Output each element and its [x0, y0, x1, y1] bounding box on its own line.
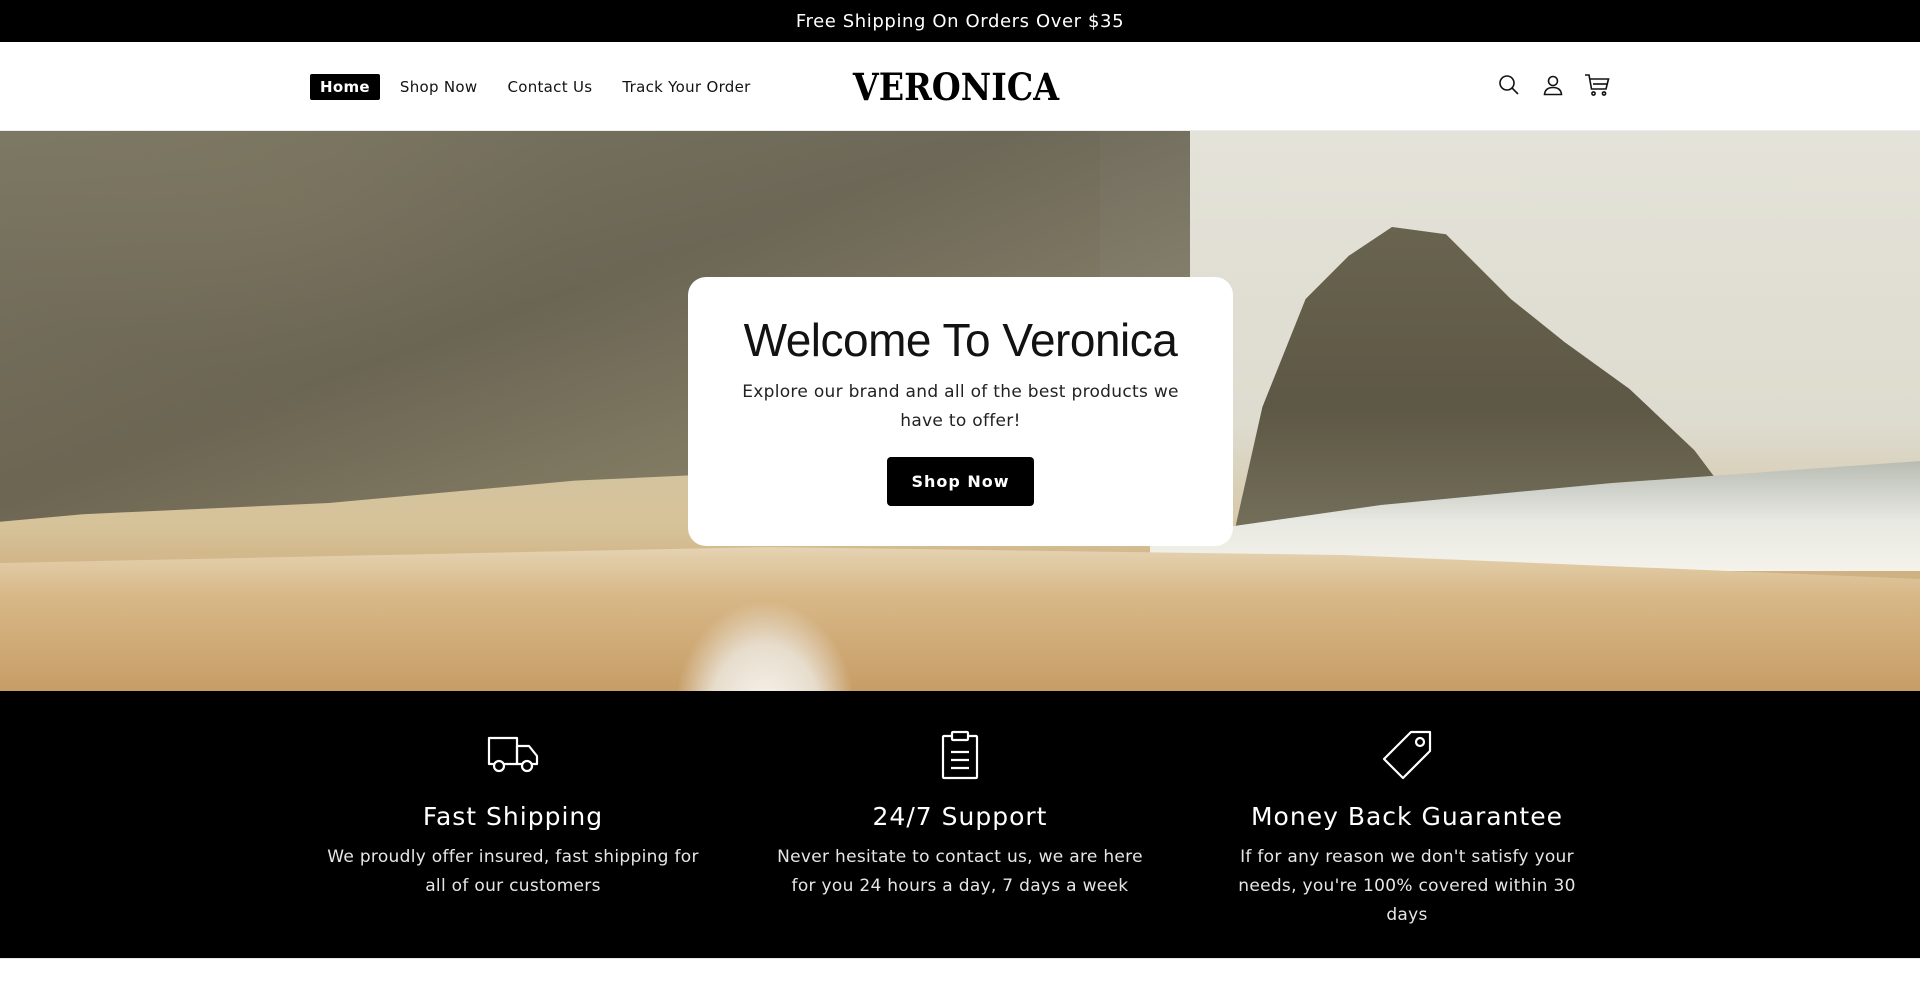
- announcement-text: Free Shipping On Orders Over $35: [795, 10, 1125, 32]
- feature-text: Never hesitate to contact us, we are her…: [777, 847, 1143, 896]
- hero-figure: [665, 591, 865, 691]
- truck-icon: [323, 727, 703, 783]
- feature-support: 24/7 Support Never hesitate to contact u…: [770, 727, 1150, 901]
- hero-description: Explore our brand and all of the best pr…: [742, 382, 1179, 431]
- nav-shop-now[interactable]: Shop Now: [390, 74, 488, 100]
- nav-track-order[interactable]: Track Your Order: [612, 74, 760, 100]
- main-nav: Home Shop Now Contact Us Track Your Orde…: [310, 74, 761, 100]
- hero-shop-now-button[interactable]: Shop Now: [887, 457, 1034, 506]
- nav-home[interactable]: Home: [310, 74, 380, 100]
- feature-text: If for any reason we don't satisfy your …: [1238, 847, 1576, 925]
- announcement-bar: Free Shipping On Orders Over $35: [0, 0, 1920, 42]
- search-icon[interactable]: [1496, 72, 1522, 98]
- feature-title: 24/7 Support: [872, 802, 1048, 831]
- cart-icon[interactable]: [1584, 72, 1610, 98]
- feature-title: Money Back Guarantee: [1250, 802, 1564, 831]
- account-icon[interactable]: [1540, 72, 1566, 98]
- nav-contact-us[interactable]: Contact Us: [497, 74, 602, 100]
- site-logo[interactable]: VERONICA: [853, 64, 1059, 110]
- features-section: Fast Shipping We proudly offer insured, …: [0, 691, 1920, 958]
- feature-title: Fast Shipping: [422, 802, 604, 831]
- header-actions: [1496, 72, 1610, 98]
- hero-title: Welcome To Veronica: [743, 314, 1178, 366]
- feature-money-back: Money Back Guarantee If for any reason w…: [1217, 727, 1597, 930]
- hero-card: Welcome To Veronica Explore our brand an…: [688, 277, 1233, 546]
- feature-text: We proudly offer insured, fast shipping …: [327, 847, 699, 896]
- price-tag-icon: [1217, 727, 1597, 783]
- clipboard-icon: [770, 727, 1150, 783]
- site-header: Home Shop Now Contact Us Track Your Orde…: [0, 42, 1920, 131]
- feature-fast-shipping: Fast Shipping We proudly offer insured, …: [323, 727, 703, 901]
- page-bottom: [0, 958, 1920, 993]
